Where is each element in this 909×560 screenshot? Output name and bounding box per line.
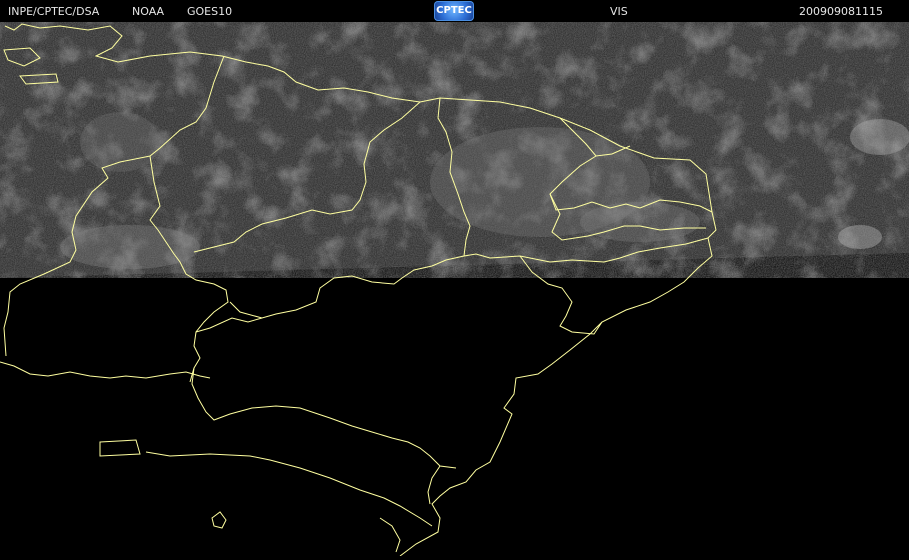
channel-label: VIS: [610, 5, 628, 18]
cloud-patch-ocean-2: [838, 225, 882, 249]
timestamp-label: 200909081115: [799, 5, 883, 18]
agency-label: NOAA: [132, 5, 165, 18]
border-pe-al: [519, 255, 603, 335]
border-southeast: [379, 517, 401, 553]
border-df: [99, 439, 141, 457]
cloud-patch-ocean: [850, 119, 909, 155]
satellite-label: GOES10: [187, 5, 233, 18]
cloud-patch-south: [60, 225, 200, 269]
border-goias-north: [0, 361, 211, 379]
logo-text: CPTEC: [436, 5, 472, 16]
border-minas-north: [191, 367, 457, 469]
source-label: INPE/CPTEC/DSA: [8, 5, 100, 18]
image-header-bar: INPE/CPTEC/DSA NOAA GOES10 CPTEC VIS 200…: [0, 0, 909, 22]
satellite-image: [0, 22, 909, 557]
scanned-region: [0, 22, 909, 278]
cptec-logo: CPTEC: [434, 1, 474, 21]
satellite-image-svg: [0, 22, 909, 557]
cloud-patch-west: [80, 112, 160, 172]
island-inland: [211, 511, 227, 529]
border-minas-south: [145, 451, 433, 527]
